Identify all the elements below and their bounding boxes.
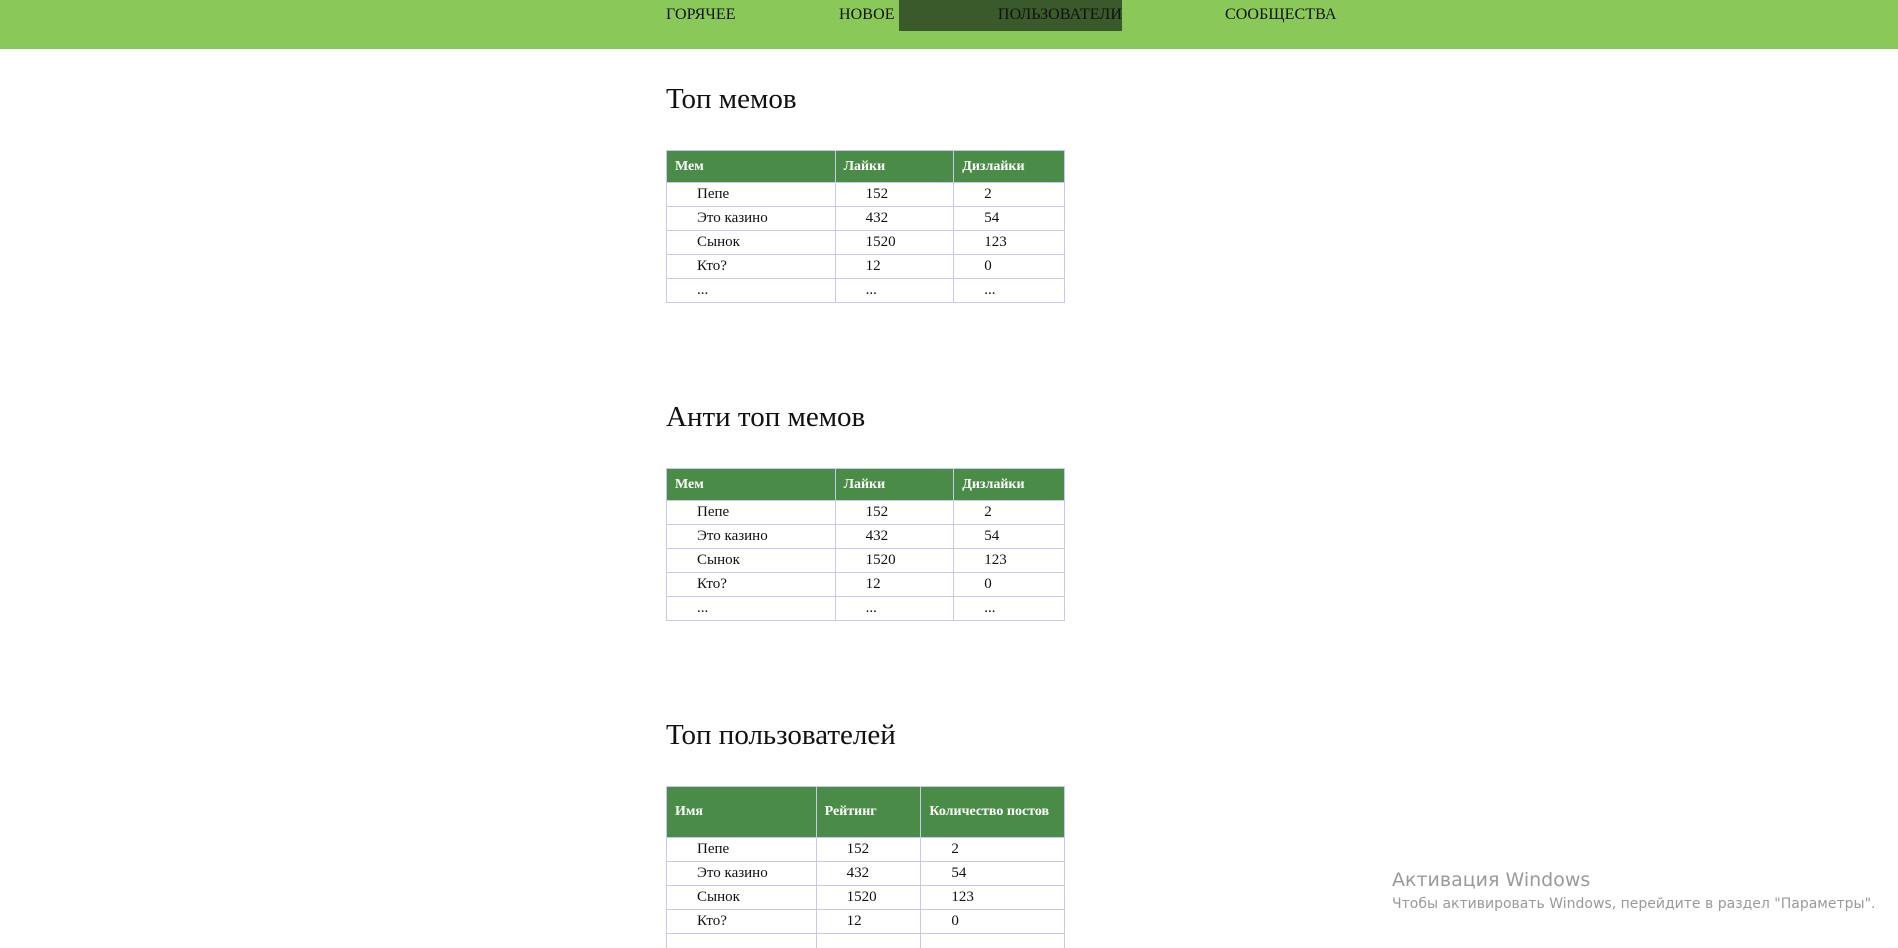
cell-likes: ... <box>834 596 955 621</box>
cell-dislikes: 54 <box>953 206 1065 231</box>
nav-item-users-label: ПОЛЬЗОВАТЕЛИ <box>997 6 1122 23</box>
cell-likes: 152 <box>834 500 955 525</box>
table-row: Сынок 1520 123 <box>666 548 1065 573</box>
cell-dislikes: ... <box>953 278 1065 303</box>
cell-dislikes: 2 <box>953 500 1065 525</box>
cell-rating: 12 <box>815 909 922 934</box>
cell-likes: 12 <box>834 254 955 279</box>
nav-item-users[interactable]: ПОЛЬЗОВАТЕЛИ <box>899 0 1122 31</box>
cell-likes: ... <box>834 278 955 303</box>
table-row: Кто? 12 0 <box>666 909 1065 934</box>
column-header-meme: Мем <box>666 468 836 501</box>
cell-post-count: 2 <box>920 837 1065 862</box>
cell-meme: Сынок <box>666 548 836 573</box>
table-row: Это казино 432 54 <box>666 206 1065 231</box>
table-header-row: Мем Лайки Дизлайки <box>666 150 1065 183</box>
table-row: Кто? 12 0 <box>666 572 1065 597</box>
cell-dislikes: 123 <box>953 548 1065 573</box>
cell-post-count <box>920 933 1065 948</box>
cell-rating: 432 <box>815 861 922 886</box>
table-row: ... ... ... <box>666 596 1065 621</box>
table-row: Сынок 1520 123 <box>666 230 1065 255</box>
cell-dislikes: 0 <box>953 254 1065 279</box>
cell-meme: Пепе <box>666 182 836 207</box>
watermark-subtitle: Чтобы активировать Windows, перейдите в … <box>1392 896 1876 912</box>
nav-item-new[interactable]: НОВОЕ <box>839 6 895 30</box>
cell-likes: 152 <box>834 182 955 207</box>
table-row: Сынок 1520 123 <box>666 885 1065 910</box>
table-row: Пепе 152 2 <box>666 837 1065 862</box>
column-header-likes: Лайки <box>834 150 955 183</box>
column-header-likes: Лайки <box>834 468 955 501</box>
cell-rating <box>815 933 922 948</box>
table-header-row: Имя Рейтинг Количество постов <box>666 786 1065 838</box>
table-row: Пепе 152 2 <box>666 182 1065 207</box>
table-row: Это казино 432 54 <box>666 861 1065 886</box>
cell-name: Сынок <box>666 885 817 910</box>
cell-dislikes: 54 <box>953 524 1065 549</box>
column-header-name: Имя <box>666 786 817 838</box>
cell-dislikes: 2 <box>953 182 1065 207</box>
cell-dislikes: 123 <box>953 230 1065 255</box>
table-row <box>666 933 1065 948</box>
table-row: ... ... ... <box>666 278 1065 303</box>
cell-name: Это казино <box>666 861 817 886</box>
page: ГОРЯЧЕЕ НОВОЕ ПОЛЬЗОВАТЕЛИ СООБЩЕСТВА То… <box>0 0 1898 948</box>
cell-post-count: 123 <box>920 885 1065 910</box>
watermark-title: Активация Windows <box>1392 869 1591 891</box>
column-header-dislikes: Дизлайки <box>953 150 1065 183</box>
cell-meme: Кто? <box>666 572 836 597</box>
cell-name: Пепе <box>666 837 817 862</box>
nav-item-hot[interactable]: ГОРЯЧЕЕ <box>666 6 736 30</box>
column-header-post-count: Количество постов <box>920 786 1065 838</box>
top-users-table: Имя Рейтинг Количество постов Пепе 152 2… <box>666 786 1065 948</box>
cell-meme: Пепе <box>666 500 836 525</box>
cell-name <box>666 933 817 948</box>
cell-meme: Это казино <box>666 206 836 231</box>
table-row: Кто? 12 0 <box>666 254 1065 279</box>
top-memes-title: Топ мемов <box>666 83 797 115</box>
cell-likes: 12 <box>834 572 955 597</box>
table-row: Это казино 432 54 <box>666 524 1065 549</box>
cell-rating: 1520 <box>815 885 922 910</box>
cell-rating: 152 <box>815 837 922 862</box>
column-header-meme: Мем <box>666 150 836 183</box>
cell-meme: ... <box>666 278 836 303</box>
cell-likes: 1520 <box>834 230 955 255</box>
column-header-dislikes: Дизлайки <box>953 468 1065 501</box>
cell-post-count: 0 <box>920 909 1065 934</box>
nav-item-communities[interactable]: СООБЩЕСТВА <box>1225 6 1337 30</box>
cell-post-count: 54 <box>920 861 1065 886</box>
cell-meme: Сынок <box>666 230 836 255</box>
anti-top-memes-title: Анти топ мемов <box>666 401 866 433</box>
cell-likes: 432 <box>834 206 955 231</box>
cell-likes: 432 <box>834 524 955 549</box>
cell-meme: Кто? <box>666 254 836 279</box>
cell-meme: ... <box>666 596 836 621</box>
top-memes-table: Мем Лайки Дизлайки Пепе 152 2 Это казино… <box>666 150 1065 303</box>
column-header-rating: Рейтинг <box>815 786 922 838</box>
cell-dislikes: 0 <box>953 572 1065 597</box>
table-header-row: Мем Лайки Дизлайки <box>666 468 1065 501</box>
top-navbar: ГОРЯЧЕЕ НОВОЕ ПОЛЬЗОВАТЕЛИ СООБЩЕСТВА <box>0 0 1898 49</box>
windows-activation-watermark: Активация Windows Чтобы активировать Win… <box>1392 868 1875 914</box>
table-row: Пепе 152 2 <box>666 500 1065 525</box>
cell-meme: Это казино <box>666 524 836 549</box>
cell-likes: 1520 <box>834 548 955 573</box>
cell-dislikes: ... <box>953 596 1065 621</box>
anti-top-memes-table: Мем Лайки Дизлайки Пепе 152 2 Это казино… <box>666 468 1065 621</box>
cell-name: Кто? <box>666 909 817 934</box>
top-users-title: Топ пользователей <box>666 719 896 751</box>
